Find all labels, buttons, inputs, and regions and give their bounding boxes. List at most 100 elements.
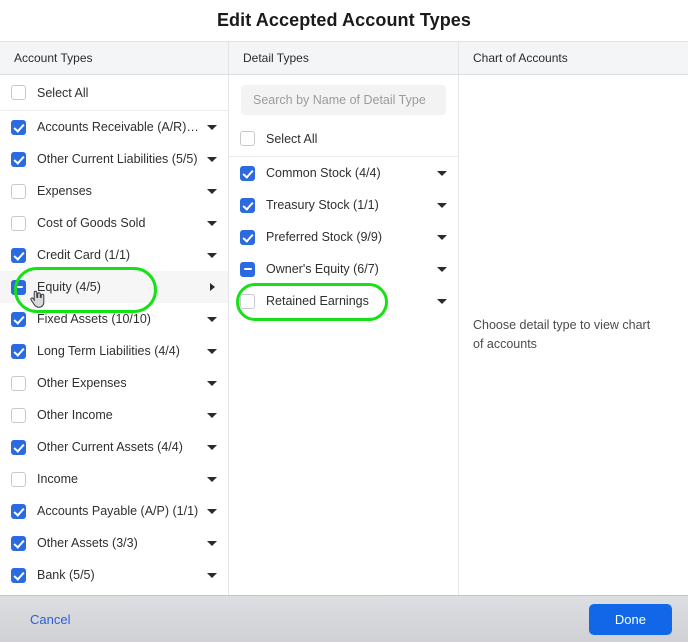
panels-container: Select All Accounts Receivable (A/R) (1/…	[0, 75, 688, 595]
detail-types-select-all-row[interactable]: Select All	[229, 121, 458, 157]
account-types-item-checkbox[interactable]	[11, 311, 26, 327]
account-types-item-row[interactable]: Accounts Receivable (A/R) (1/1)	[0, 111, 228, 143]
account-types-item-row[interactable]: Other Expenses	[0, 367, 228, 399]
account-types-item-label: Cost of Goods Sold	[37, 216, 146, 230]
account-types-item-checkbox[interactable]	[11, 183, 26, 199]
detail-types-item-checkbox[interactable]	[240, 261, 255, 277]
account-types-item-label: Other Current Liabilities (5/5)	[37, 152, 198, 166]
edit-accepted-account-types-dialog: Edit Accepted Account Types Account Type…	[0, 0, 688, 642]
chevron-down-icon[interactable]	[206, 121, 218, 133]
chevron-down-icon[interactable]	[436, 199, 448, 211]
detail-types-item-label: Retained Earnings	[266, 294, 369, 308]
account-types-item-checkbox[interactable]	[11, 119, 26, 135]
detail-types-item-checkbox[interactable]	[240, 197, 255, 213]
chevron-down-icon[interactable]	[206, 249, 218, 261]
detail-types-item-checkbox[interactable]	[240, 229, 255, 245]
chevron-down-icon[interactable]	[206, 313, 218, 325]
chevron-down-icon[interactable]	[206, 345, 218, 357]
detail-types-item-checkbox[interactable]	[240, 293, 255, 309]
account-types-item-checkbox[interactable]	[11, 567, 26, 583]
chevron-down-icon[interactable]	[206, 537, 218, 549]
account-types-item-row[interactable]: Other Assets (3/3)	[0, 527, 228, 559]
account-types-item-row[interactable]: Equity (4/5)	[0, 271, 228, 303]
detail-types-select-all-checkbox[interactable]	[240, 131, 255, 146]
chevron-down-icon[interactable]	[206, 153, 218, 165]
account-types-item-label: Long Term Liabilities (4/4)	[37, 344, 180, 358]
account-types-panel: Select All Accounts Receivable (A/R) (1/…	[0, 75, 229, 595]
page-title: Edit Accepted Account Types	[216, 10, 472, 30]
dialog-titlebar: Edit Accepted Account Types	[0, 0, 688, 41]
detail-types-item-label: Owner's Equity (6/7)	[266, 262, 379, 276]
account-types-item-label: Bank (5/5)	[37, 568, 95, 582]
account-types-item-label: Other Current Assets (4/4)	[37, 440, 183, 454]
account-types-item-checkbox[interactable]	[11, 407, 26, 423]
chevron-down-icon[interactable]	[206, 217, 218, 229]
account-types-item-checkbox[interactable]	[11, 535, 26, 551]
account-types-item-label: Credit Card (1/1)	[37, 248, 131, 262]
column-header-chart-of-accounts: Chart of Accounts	[473, 51, 568, 65]
account-types-item-row[interactable]: Expenses	[0, 175, 228, 207]
chevron-down-icon[interactable]	[436, 167, 448, 179]
chevron-down-icon[interactable]	[206, 441, 218, 453]
account-types-item-label: Accounts Payable (A/P) (1/1)	[37, 504, 199, 518]
account-types-select-all-row[interactable]: Select All	[0, 75, 228, 111]
account-types-item-row[interactable]: Other Income	[0, 399, 228, 431]
chevron-down-icon[interactable]	[436, 295, 448, 307]
detail-types-panel: Select All Common Stock (4/4) Treasury St…	[229, 75, 459, 595]
account-types-item-label: Income	[37, 472, 78, 486]
account-types-item-label: Fixed Assets (10/10)	[37, 312, 151, 326]
account-types-item-checkbox[interactable]	[11, 343, 26, 359]
detail-types-item-label: Preferred Stock (9/9)	[266, 230, 383, 244]
chevron-down-icon[interactable]	[206, 473, 218, 485]
done-button[interactable]: Done	[588, 603, 672, 635]
account-types-item-row[interactable]: Bank (5/5)	[0, 559, 228, 591]
account-types-item-checkbox[interactable]	[11, 215, 26, 231]
account-types-item-checkbox[interactable]	[11, 503, 26, 519]
detail-types-item-label: Treasury Stock (1/1)	[266, 198, 379, 212]
account-types-item-checkbox[interactable]	[11, 279, 26, 295]
account-types-item-checkbox[interactable]	[11, 471, 26, 487]
detail-types-item-row[interactable]: Preferred Stock (9/9)	[229, 221, 458, 253]
column-headers: Account Types Detail Types Chart of Acco…	[0, 41, 688, 75]
account-types-item-row[interactable]: Long Term Liabilities (4/4)	[0, 335, 228, 367]
chevron-down-icon[interactable]	[436, 263, 448, 275]
account-types-select-all-checkbox[interactable]	[11, 85, 26, 100]
account-types-item-checkbox[interactable]	[11, 151, 26, 167]
account-types-item-checkbox[interactable]	[11, 247, 26, 263]
chevron-down-icon[interactable]	[206, 569, 218, 581]
column-header-detail-types: Detail Types	[229, 42, 459, 74]
account-types-item-row[interactable]: Accounts Payable (A/P) (1/1)	[0, 495, 228, 527]
account-types-select-all-label: Select All	[37, 85, 89, 100]
chevron-down-icon[interactable]	[436, 231, 448, 243]
detail-types-item-row[interactable]: Retained Earnings	[229, 285, 458, 317]
account-types-item-checkbox[interactable]	[11, 375, 26, 391]
chart-of-accounts-empty-message: Choose detail type to view chart of acco…	[473, 318, 651, 351]
account-types-item-label: Expenses	[37, 184, 92, 198]
chevron-down-icon[interactable]	[206, 409, 218, 421]
dialog-footer: Cancel Done	[0, 595, 688, 642]
chevron-down-icon[interactable]	[206, 377, 218, 389]
account-types-item-label: Other Expenses	[37, 376, 127, 390]
detail-type-search-wrapper	[229, 75, 458, 121]
detail-types-item-label: Common Stock (4/4)	[266, 166, 381, 180]
detail-type-search-input[interactable]	[241, 85, 446, 115]
chevron-down-icon[interactable]	[206, 505, 218, 517]
account-types-item-label: Other Income	[37, 408, 113, 422]
account-types-list: Accounts Receivable (A/R) (1/1) Other Cur…	[0, 111, 228, 591]
detail-types-item-checkbox[interactable]	[240, 165, 255, 181]
account-types-item-row[interactable]: Credit Card (1/1)	[0, 239, 228, 271]
account-types-item-row[interactable]: Income	[0, 463, 228, 495]
account-types-item-label: Other Assets (3/3)	[37, 536, 138, 550]
account-types-item-row[interactable]: Fixed Assets (10/10)	[0, 303, 228, 335]
detail-types-item-row[interactable]: Treasury Stock (1/1)	[229, 189, 458, 221]
cancel-button[interactable]: Cancel	[16, 608, 84, 631]
account-types-item-checkbox[interactable]	[11, 439, 26, 455]
chevron-right-icon[interactable]	[206, 281, 218, 293]
account-types-item-row[interactable]: Other Current Assets (4/4)	[0, 431, 228, 463]
chevron-down-icon[interactable]	[206, 185, 218, 197]
account-types-item-row[interactable]: Other Current Liabilities (5/5)	[0, 143, 228, 175]
detail-types-item-row[interactable]: Common Stock (4/4)	[229, 157, 458, 189]
account-types-item-row[interactable]: Cost of Goods Sold	[0, 207, 228, 239]
account-types-item-label: Accounts Receivable (A/R) (1/1)	[37, 120, 200, 134]
detail-types-item-row[interactable]: Owner's Equity (6/7)	[229, 253, 458, 285]
